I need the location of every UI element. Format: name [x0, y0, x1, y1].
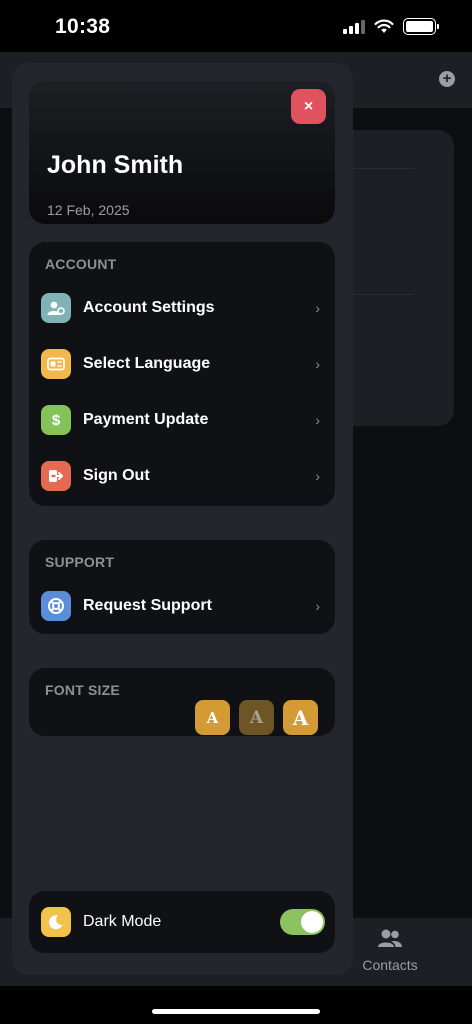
battery-icon [403, 18, 439, 35]
menu-item-request-support[interactable]: Request Support › [29, 578, 335, 634]
font-size-large-button[interactable]: A [283, 700, 318, 735]
close-button[interactable]: × [291, 89, 326, 124]
tab-contacts-label: Contacts [362, 957, 418, 973]
chevron-right-icon: › [315, 412, 320, 428]
user-gear-icon [41, 293, 71, 323]
section-title-support: SUPPORT [45, 554, 115, 570]
menu-item-sign-out[interactable]: Sign Out › [29, 448, 335, 504]
chevron-right-icon: › [315, 468, 320, 484]
dark-mode-section: Dark Mode [29, 891, 335, 953]
user-name: John Smith [47, 151, 184, 179]
dark-mode-label: Dark Mode [83, 913, 162, 930]
home-indicator[interactable] [152, 1009, 320, 1014]
status-icons [343, 18, 439, 35]
language-card-icon [41, 349, 71, 379]
side-drawer: × John Smith 12 Feb, 2025 ACCOUNT Accoun… [12, 63, 353, 975]
user-date: 12 Feb, 2025 [47, 202, 130, 218]
sign-out-icon [41, 461, 71, 491]
lifebuoy-icon [41, 591, 71, 621]
font-size-medium-button[interactable]: A [239, 700, 274, 735]
section-title-font-size: FONT SIZE [45, 682, 120, 698]
toggle-knob [301, 911, 323, 933]
account-section: ACCOUNT Account Settings › Select Langua… [29, 242, 335, 506]
moon-icon [41, 907, 71, 937]
add-icon[interactable]: + [439, 71, 455, 87]
chevron-right-icon: › [315, 598, 320, 614]
dollar-icon: $ [41, 405, 71, 435]
font-size-small-button[interactable]: A [195, 700, 230, 735]
font-size-section: FONT SIZE A A A [29, 668, 335, 736]
menu-item-select-language[interactable]: Select Language › [29, 336, 335, 392]
cellular-signal-icon [343, 19, 365, 34]
chevron-right-icon: › [315, 356, 320, 372]
support-section: SUPPORT Request Support › [29, 540, 335, 634]
contacts-icon [378, 929, 402, 947]
status-time: 10:38 [55, 15, 111, 38]
menu-label: Account Settings [83, 299, 215, 316]
section-title-account: ACCOUNT [45, 256, 117, 272]
menu-item-payment-update[interactable]: $ Payment Update › [29, 392, 335, 448]
wifi-icon [374, 19, 394, 33]
tab-contacts[interactable]: Contacts [355, 928, 425, 973]
menu-label: Payment Update [83, 411, 209, 428]
menu-label: Request Support [83, 597, 212, 614]
dark-mode-toggle[interactable] [280, 909, 325, 935]
menu-item-account-settings[interactable]: Account Settings › [29, 280, 335, 336]
menu-label: Sign Out [83, 467, 150, 484]
status-bar: 10:38 [0, 0, 472, 52]
menu-label: Select Language [83, 355, 211, 372]
profile-card: × John Smith 12 Feb, 2025 [29, 81, 335, 224]
chevron-right-icon: › [315, 300, 320, 316]
home-indicator-area [0, 986, 472, 1024]
